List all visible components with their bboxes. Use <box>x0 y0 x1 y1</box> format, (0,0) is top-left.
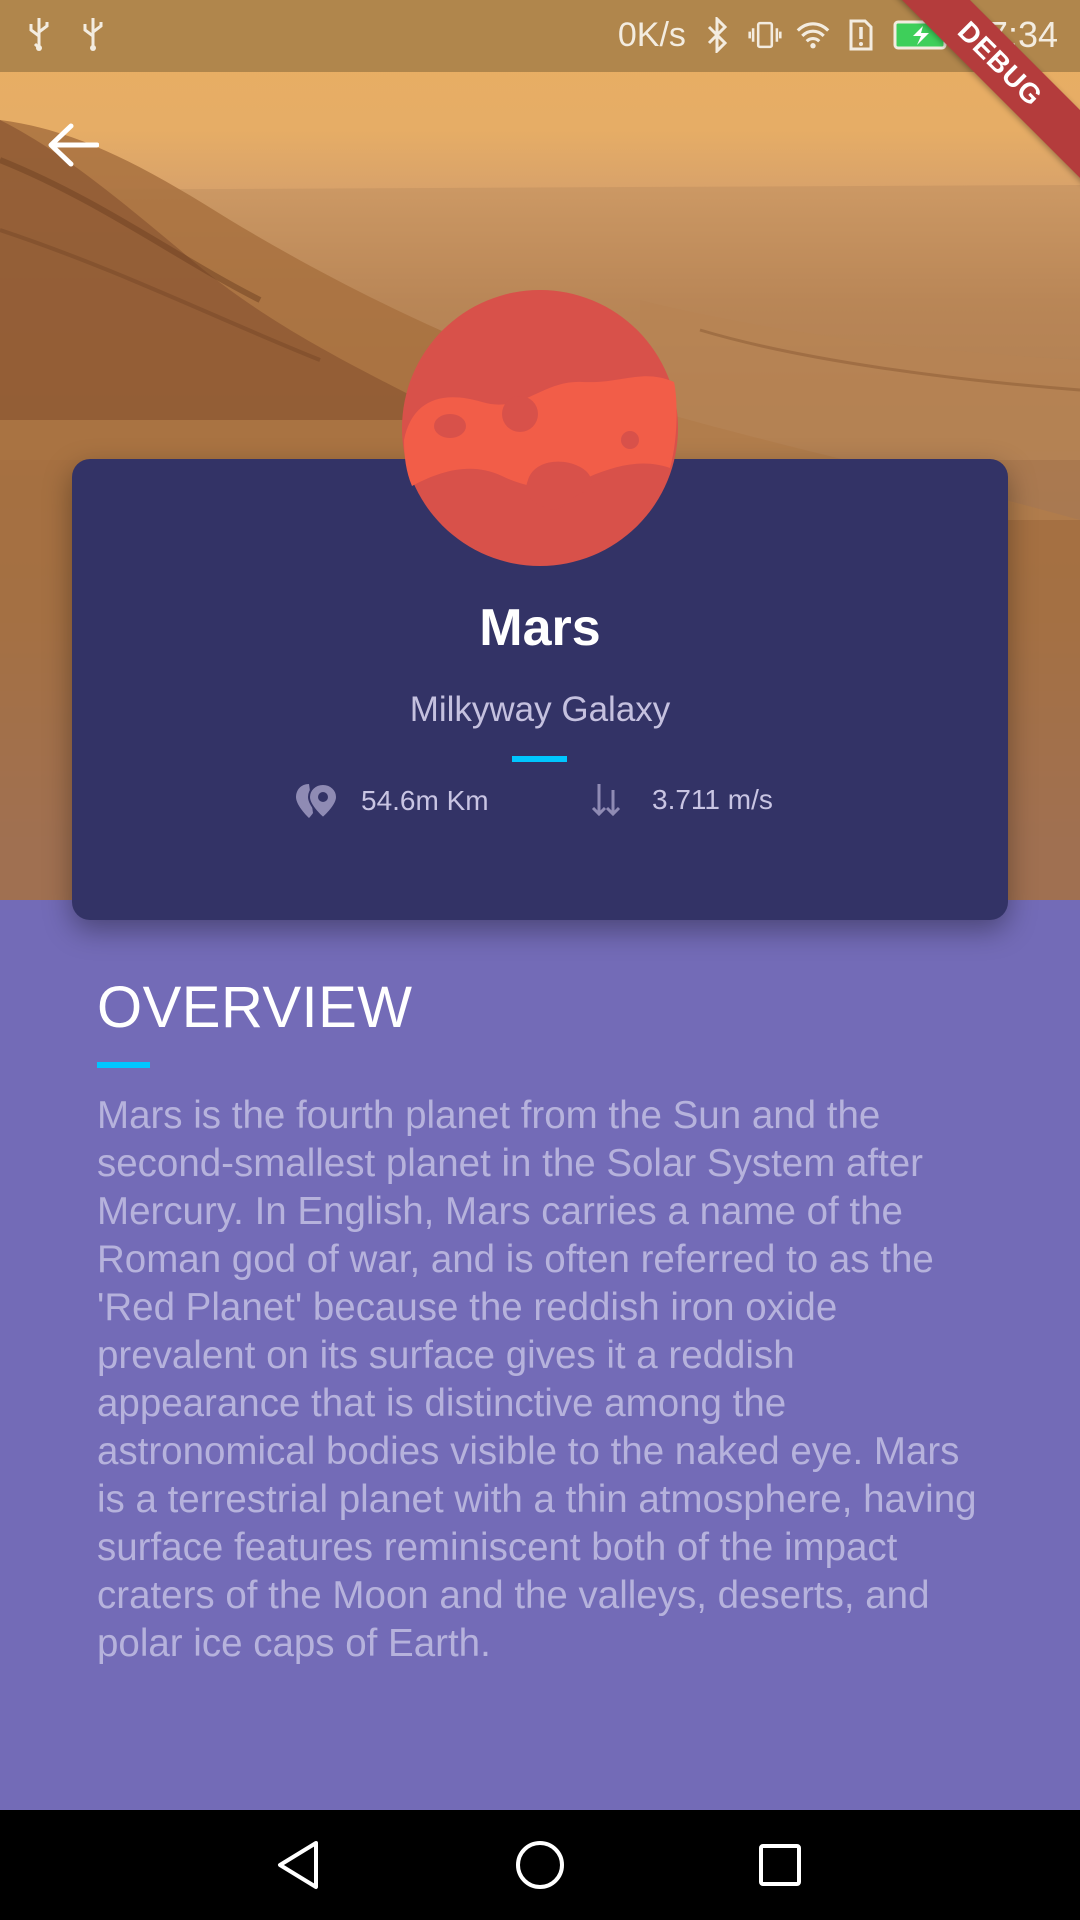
navigation-bar <box>0 1810 1080 1920</box>
gravity-arrows-icon <box>591 784 621 817</box>
back-button[interactable] <box>40 112 106 178</box>
square-recents-icon <box>759 1844 801 1886</box>
wifi-icon <box>796 15 830 55</box>
distance-stat: 54.6m Km <box>295 782 489 820</box>
nav-back-button[interactable] <box>270 1837 326 1893</box>
planet-location: Milkyway Galaxy <box>409 690 671 729</box>
triangle-back-icon <box>278 1841 318 1889</box>
overview-description: Mars is the fourth planet from the Sun a… <box>97 1094 977 1665</box>
nav-recents-button[interactable] <box>752 1837 808 1893</box>
circle-home-icon <box>516 1841 564 1889</box>
arrow-back-icon <box>48 123 99 167</box>
overview-divider <box>97 1062 150 1068</box>
mars-planet-icon <box>402 290 678 566</box>
gravity-value: 3.711 m/s <box>652 784 773 815</box>
network-speed: 0K/s <box>617 15 686 54</box>
usb-icon <box>76 14 110 54</box>
vibrate-icon <box>748 15 782 55</box>
overview-heading: OVERVIEW <box>97 975 413 1040</box>
location-pin-icon <box>296 782 339 820</box>
nav-home-button[interactable] <box>512 1837 568 1893</box>
usb-icon <box>22 14 56 54</box>
card-divider <box>512 756 567 762</box>
bluetooth-icon <box>700 15 734 55</box>
distance-value: 54.6m Km <box>361 785 489 816</box>
planet-name: Mars <box>479 599 601 657</box>
sim-alert-icon <box>844 15 878 55</box>
gravity-stat: 3.711 m/s <box>590 782 773 818</box>
